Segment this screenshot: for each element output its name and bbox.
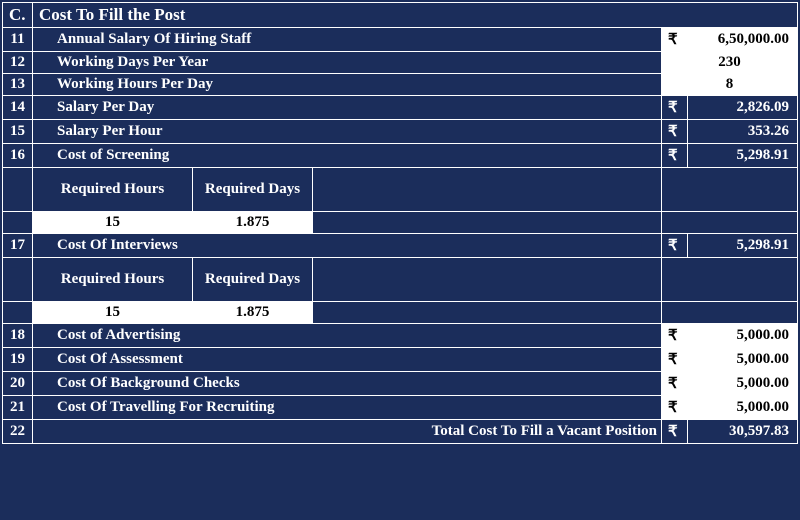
currency-symbol: ₹ — [661, 324, 687, 348]
total-label: Total Cost To Fill a Vacant Position — [33, 420, 662, 444]
blank-cell — [661, 212, 797, 234]
row-15: 15 Salary Per Hour ₹ 353.26 — [3, 120, 798, 144]
row-number: 16 — [3, 144, 33, 168]
total-value: 30,597.83 — [687, 420, 797, 444]
section-title: Cost To Fill the Post — [33, 3, 798, 28]
blank-cell — [313, 258, 662, 302]
currency-symbol: ₹ — [661, 28, 687, 52]
row-value: 8 — [661, 74, 797, 96]
row-value: 5,000.00 — [687, 372, 797, 396]
row-label: Cost of Advertising — [33, 324, 662, 348]
row-value: 230 — [661, 52, 797, 74]
row-label: Cost of Screening — [33, 144, 662, 168]
blank-cell — [313, 302, 662, 324]
row-label: Cost Of Interviews — [33, 234, 662, 258]
row-value: 5,000.00 — [687, 396, 797, 420]
row-label: Cost Of Travelling For Recruiting — [33, 396, 662, 420]
row-16-subheader: Required Hours Required Days — [3, 168, 798, 212]
blank-cell — [3, 168, 33, 212]
subheader-days: Required Days — [193, 258, 313, 302]
row-value: 5,000.00 — [687, 348, 797, 372]
blank-cell — [3, 258, 33, 302]
row-number: 12 — [3, 52, 33, 74]
row-number: 15 — [3, 120, 33, 144]
blank-cell — [3, 302, 33, 324]
currency-symbol: ₹ — [661, 348, 687, 372]
subheader-hours: Required Hours — [33, 168, 193, 212]
cost-table: C. Cost To Fill the Post 11 Annual Salar… — [2, 2, 798, 444]
row-label: Salary Per Hour — [33, 120, 662, 144]
blank-cell — [661, 168, 797, 212]
row-value: 5,298.91 — [687, 144, 797, 168]
row-17: 17 Cost Of Interviews ₹ 5,298.91 — [3, 234, 798, 258]
row-label: Salary Per Day — [33, 96, 662, 120]
row-13: 13 Working Hours Per Day 8 — [3, 74, 798, 96]
row-17-subvalues: 15 1.875 — [3, 302, 798, 324]
row-12: 12 Working Days Per Year 230 — [3, 52, 798, 74]
section-header-row: C. Cost To Fill the Post — [3, 3, 798, 28]
blank-cell — [661, 258, 797, 302]
row-value: 2,826.09 — [687, 96, 797, 120]
subvalue-days: 1.875 — [193, 212, 313, 234]
subvalue-days: 1.875 — [193, 302, 313, 324]
blank-cell — [3, 212, 33, 234]
subvalue-hours: 15 — [33, 212, 193, 234]
row-16-subvalues: 15 1.875 — [3, 212, 798, 234]
row-label: Annual Salary Of Hiring Staff — [33, 28, 662, 52]
currency-symbol: ₹ — [661, 396, 687, 420]
row-number: 11 — [3, 28, 33, 52]
row-label: Cost Of Background Checks — [33, 372, 662, 396]
currency-symbol: ₹ — [661, 420, 687, 444]
currency-symbol: ₹ — [661, 234, 687, 258]
row-label: Cost Of Assessment — [33, 348, 662, 372]
row-number: 19 — [3, 348, 33, 372]
row-number: 21 — [3, 396, 33, 420]
currency-symbol: ₹ — [661, 96, 687, 120]
row-number: 13 — [3, 74, 33, 96]
subvalue-hours: 15 — [33, 302, 193, 324]
row-16: 16 Cost of Screening ₹ 5,298.91 — [3, 144, 798, 168]
row-14: 14 Salary Per Day ₹ 2,826.09 — [3, 96, 798, 120]
row-value: 5,000.00 — [687, 324, 797, 348]
blank-cell — [661, 302, 797, 324]
row-value: 6,50,000.00 — [687, 28, 797, 52]
row-number: 14 — [3, 96, 33, 120]
row-18: 18 Cost of Advertising ₹ 5,000.00 — [3, 324, 798, 348]
currency-symbol: ₹ — [661, 144, 687, 168]
section-letter: C. — [3, 3, 33, 28]
currency-symbol: ₹ — [661, 120, 687, 144]
row-22-total: 22 Total Cost To Fill a Vacant Position … — [3, 420, 798, 444]
row-number: 22 — [3, 420, 33, 444]
row-17-subheader: Required Hours Required Days — [3, 258, 798, 302]
row-label: Working Hours Per Day — [33, 74, 662, 96]
subheader-days: Required Days — [193, 168, 313, 212]
row-value: 353.26 — [687, 120, 797, 144]
currency-symbol: ₹ — [661, 372, 687, 396]
subheader-hours: Required Hours — [33, 258, 193, 302]
blank-cell — [313, 212, 662, 234]
row-20: 20 Cost Of Background Checks ₹ 5,000.00 — [3, 372, 798, 396]
row-number: 18 — [3, 324, 33, 348]
row-number: 17 — [3, 234, 33, 258]
row-19: 19 Cost Of Assessment ₹ 5,000.00 — [3, 348, 798, 372]
blank-cell — [313, 168, 662, 212]
row-21: 21 Cost Of Travelling For Recruiting ₹ 5… — [3, 396, 798, 420]
row-value: 5,298.91 — [687, 234, 797, 258]
row-number: 20 — [3, 372, 33, 396]
row-label: Working Days Per Year — [33, 52, 662, 74]
row-11: 11 Annual Salary Of Hiring Staff ₹ 6,50,… — [3, 28, 798, 52]
